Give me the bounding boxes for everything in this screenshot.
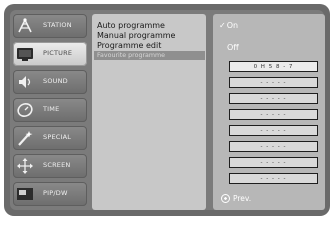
favourite-slot[interactable]: 0 H 5 8 - 7 bbox=[229, 61, 318, 72]
menu-item-programme-edit[interactable]: Programme edit bbox=[97, 41, 161, 50]
prev-button[interactable]: Prev. bbox=[221, 194, 251, 205]
category-picture[interactable]: PICTURE bbox=[13, 42, 87, 66]
category-sound[interactable]: SOUND bbox=[13, 70, 87, 94]
category-screen[interactable]: SCREEN bbox=[13, 154, 87, 178]
options-panel: ✓On Off 0 H 5 8 - 7 - - - - - - - - - - … bbox=[213, 14, 325, 210]
option-off[interactable]: Off bbox=[227, 43, 239, 52]
pip-icon bbox=[16, 185, 34, 203]
category-label: SOUND bbox=[43, 77, 68, 85]
tv-icon bbox=[16, 45, 34, 63]
category-pip[interactable]: PIP/DW bbox=[13, 182, 87, 206]
speaker-icon bbox=[16, 73, 34, 91]
favourite-slot[interactable]: - - - - - bbox=[229, 173, 318, 184]
menu-item-auto-programme[interactable]: Auto programme bbox=[97, 21, 165, 30]
osd-menu: STATION PICTURE SOUND TIME SPECIAL SCREE… bbox=[4, 4, 330, 216]
favourite-slot[interactable]: - - - - - bbox=[229, 125, 318, 136]
submenu-panel: Auto programme Manual programme Programm… bbox=[92, 14, 206, 210]
antenna-icon bbox=[16, 17, 34, 35]
option-on[interactable]: ✓On bbox=[219, 21, 238, 30]
category-label: TIME bbox=[43, 105, 60, 113]
ok-button-icon bbox=[221, 194, 230, 203]
option-on-label: On bbox=[226, 21, 239, 30]
favourite-slot[interactable]: - - - - - bbox=[229, 157, 318, 168]
menu-item-manual-programme[interactable]: Manual programme bbox=[97, 31, 175, 40]
category-label: STATION bbox=[43, 21, 72, 29]
category-label: PICTURE bbox=[43, 49, 73, 57]
prev-label: Prev. bbox=[233, 194, 252, 203]
category-station[interactable]: STATION bbox=[13, 14, 87, 38]
category-label: PIP/DW bbox=[43, 189, 68, 197]
category-label: SCREEN bbox=[43, 161, 71, 169]
favourite-slot[interactable]: - - - - - bbox=[229, 141, 318, 152]
arrows-icon bbox=[16, 157, 34, 175]
magic-wand-icon bbox=[16, 129, 34, 147]
clock-icon bbox=[16, 101, 34, 119]
favourite-slot[interactable]: - - - - - bbox=[229, 77, 318, 88]
category-list: STATION PICTURE SOUND TIME SPECIAL SCREE… bbox=[13, 14, 87, 210]
favourite-slot[interactable]: - - - - - bbox=[229, 93, 318, 104]
checkmark-icon: ✓ bbox=[219, 21, 226, 30]
favourite-slot[interactable]: - - - - - bbox=[229, 109, 318, 120]
menu-item-favourite-programme[interactable]: Favourite programme bbox=[94, 51, 205, 60]
category-label: SPECIAL bbox=[43, 133, 72, 141]
category-special[interactable]: SPECIAL bbox=[13, 126, 87, 150]
category-time[interactable]: TIME bbox=[13, 98, 87, 122]
